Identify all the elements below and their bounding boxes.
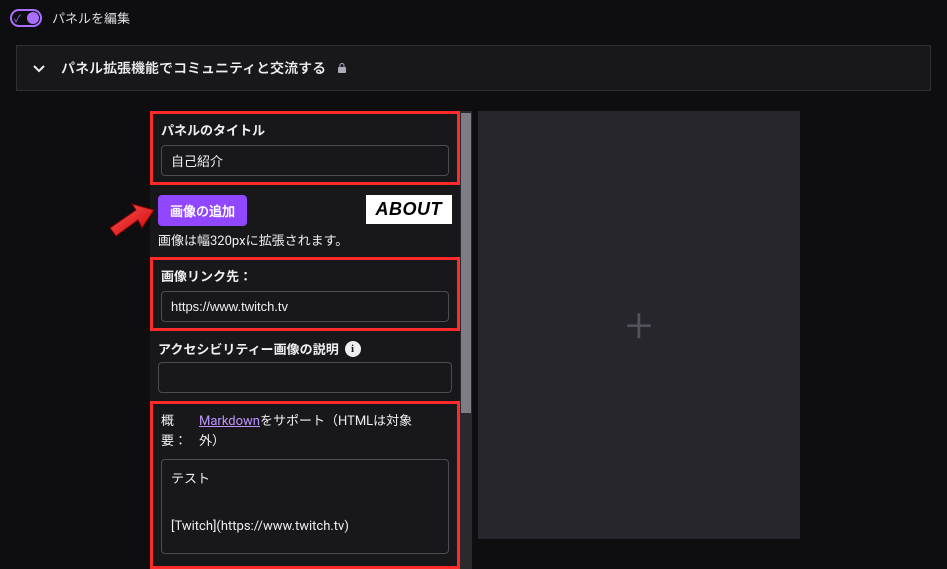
plus-icon: + — [625, 297, 652, 354]
panel-image-preview: ABOUT — [366, 195, 453, 224]
expander-title: パネル拡張機能でコミュニティと交流する — [61, 58, 326, 78]
desc-label-line1: 概 — [161, 412, 191, 432]
highlight-title-section: パネルのタイトル — [150, 111, 460, 185]
edit-panels-toggle[interactable]: ✓ — [10, 9, 42, 27]
info-icon[interactable]: i — [345, 341, 361, 357]
desc-label-line2: 要： — [161, 432, 191, 452]
panel-editor: パネルのタイトル 画像の追加 ABOUT 画像は幅320pxに拡張されます。 画… — [150, 111, 460, 569]
image-link-label: 画像リンク先： — [161, 266, 449, 285]
panel-title-input[interactable] — [161, 145, 449, 176]
extensions-expander[interactable]: パネル拡張機能でコミュニティと交流する — [16, 45, 931, 91]
scrollbar[interactable] — [460, 111, 472, 569]
annotation-arrow-icon — [108, 198, 156, 238]
highlight-description-section: 概 要： Markdownをサポート（HTMLは対象 外） テスト [Twitc… — [150, 401, 460, 569]
check-icon: ✓ — [14, 10, 21, 25]
a11y-label: アクセシビリティー画像の説明 — [158, 339, 339, 358]
lock-icon — [336, 62, 348, 74]
desc-support-text2: 外） — [199, 432, 412, 452]
markdown-link[interactable]: Markdown — [199, 414, 260, 429]
add-image-button[interactable]: 画像の追加 — [158, 195, 247, 226]
image-link-input[interactable] — [161, 291, 449, 322]
highlight-image-link-section: 画像リンク先： — [150, 257, 460, 331]
scrollbar-thumb[interactable] — [461, 113, 471, 413]
desc-support-text1: をサポート（HTMLは対象 — [260, 414, 412, 429]
chevron-down-icon — [31, 60, 47, 76]
image-size-hint: 画像は幅320pxに拡張されます。 — [150, 226, 460, 257]
edit-panels-label: パネルを編集 — [52, 8, 130, 27]
description-textarea[interactable]: テスト [Twitch](https://www.twitch.tv) — [161, 459, 449, 554]
panel-title-label: パネルのタイトル — [161, 120, 449, 139]
a11y-input[interactable] — [158, 362, 452, 393]
add-new-panel[interactable]: + — [478, 111, 800, 539]
